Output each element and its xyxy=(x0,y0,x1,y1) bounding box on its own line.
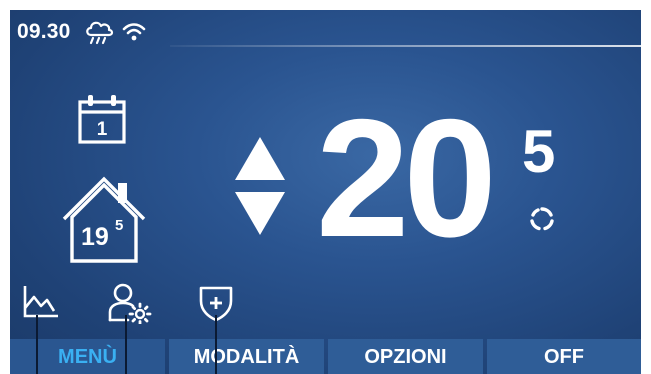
status-divider xyxy=(170,45,641,47)
setpoint-integer: 20 xyxy=(316,84,497,272)
tab-modalita[interactable]: MODALITÀ xyxy=(169,339,324,374)
status-bar: 09.30 xyxy=(10,10,641,48)
loading-spinner-icon xyxy=(530,207,554,231)
graph-icon[interactable] xyxy=(22,284,60,320)
calendar-day: 1 xyxy=(96,119,108,140)
callout-line xyxy=(36,315,38,374)
clock: 09.30 xyxy=(17,20,71,43)
tab-menu[interactable]: MENÙ xyxy=(10,339,165,374)
wifi-icon xyxy=(122,22,146,47)
user-settings-icon[interactable] xyxy=(108,282,152,324)
room-temperature-decimal: 5 xyxy=(115,217,124,234)
tab-opzioni[interactable]: OPZIONI xyxy=(328,339,483,374)
house-icon[interactable] xyxy=(60,167,148,267)
bottom-tab-bar: MENÙ MODALITÀ OPZIONI OFF xyxy=(10,339,641,374)
increase-temperature-button[interactable] xyxy=(235,137,285,180)
setpoint-decimal: 5 xyxy=(522,118,556,185)
thermostat-screen: 09.30 1 19 5 20 5 MENÙ MODALITÀ OPZIONI … xyxy=(10,10,641,374)
rain-cloud-icon xyxy=(84,19,114,50)
tab-off[interactable]: OFF xyxy=(487,339,641,374)
decrease-temperature-button[interactable] xyxy=(235,192,285,235)
callout-line xyxy=(125,315,127,374)
callout-line xyxy=(215,315,217,374)
room-temperature-integer: 19 xyxy=(81,223,109,251)
